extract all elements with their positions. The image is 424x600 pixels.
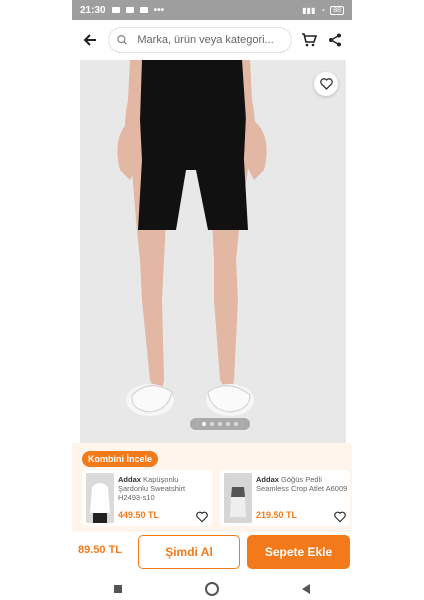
buy-now-button[interactable]: Şimdi Al: [138, 535, 240, 569]
item-brand: Addax: [118, 475, 141, 484]
item-image: [86, 473, 114, 523]
battery-icon: 88: [330, 5, 344, 15]
item-price: 449.50 TL: [118, 510, 160, 520]
left-background: [0, 0, 72, 600]
kombin-button[interactable]: Kombini İncele: [82, 451, 159, 467]
notification-icon: [111, 7, 120, 13]
item-image: [224, 473, 252, 523]
item-brand: Addax: [256, 475, 279, 484]
add-to-cart-button[interactable]: Sepete Ekle: [247, 535, 350, 569]
pagination-dot[interactable]: [218, 422, 222, 426]
recent-apps-button[interactable]: [113, 585, 122, 593]
search-input[interactable]: [135, 33, 283, 47]
status-bar: 21:30 ••• ▮▮▮ ◔ 88: [72, 0, 352, 20]
combination-item[interactable]: Addax Göğüs Pedli Seamless Crop Atlet A6…: [220, 470, 350, 526]
crop-top-photo: [224, 473, 252, 523]
back-button[interactable]: [80, 30, 100, 50]
pagination-dot[interactable]: [210, 422, 214, 426]
arrow-left-icon: [83, 34, 96, 46]
search-box[interactable]: [108, 27, 292, 53]
item-title: Addax Göğüs Pedli Seamless Crop Atlet A6…: [256, 475, 348, 493]
favorite-button[interactable]: [314, 72, 338, 96]
heart-icon: [319, 78, 333, 90]
item-price: 219.50 TL: [256, 510, 298, 520]
top-bar: [72, 20, 352, 60]
cart-button[interactable]: [300, 31, 318, 49]
pagination-dot[interactable]: [202, 422, 206, 426]
cart-icon: [302, 33, 317, 47]
item-title: Addax Kapüşonlu Şardonlu Sweatshirt H249…: [118, 475, 210, 502]
search-icon: [117, 35, 127, 45]
combination-section: Kombini İncele Addax Kapüşonlu Şardonlu …: [72, 443, 352, 532]
share-button[interactable]: [326, 31, 344, 49]
combination-item[interactable]: Addax Kapüşonlu Şardonlu Sweatshirt H249…: [82, 470, 212, 526]
heart-icon[interactable]: [334, 511, 346, 523]
purchase-bar: 89.50 TL Şimdi Al Sepete Ekle: [72, 532, 352, 578]
heart-icon[interactable]: [196, 511, 208, 523]
youtube-icon: [125, 7, 134, 13]
product-image[interactable]: [80, 60, 346, 443]
image-pagination: [190, 418, 250, 430]
pagination-dot[interactable]: [226, 422, 230, 426]
product-photo: [80, 60, 346, 443]
pagination-dot[interactable]: [234, 422, 238, 426]
system-back-button[interactable]: [302, 584, 311, 594]
signal-icon: ▮▮▮: [302, 5, 316, 15]
system-navbar: [72, 578, 352, 600]
sweatshirt-photo: [86, 473, 114, 523]
wifi-icon: ◔: [320, 5, 326, 15]
share-icon: [329, 33, 341, 47]
product-price: 89.50 TL: [78, 544, 123, 556]
clock: 21:30: [80, 4, 106, 16]
home-button[interactable]: [204, 582, 219, 596]
more-notifications-icon: •••: [153, 4, 165, 16]
cloud-icon: [139, 7, 148, 13]
phone-screen: 21:30 ••• ▮▮▮ ◔ 88 Marka, ürün veya kate…: [72, 0, 352, 600]
